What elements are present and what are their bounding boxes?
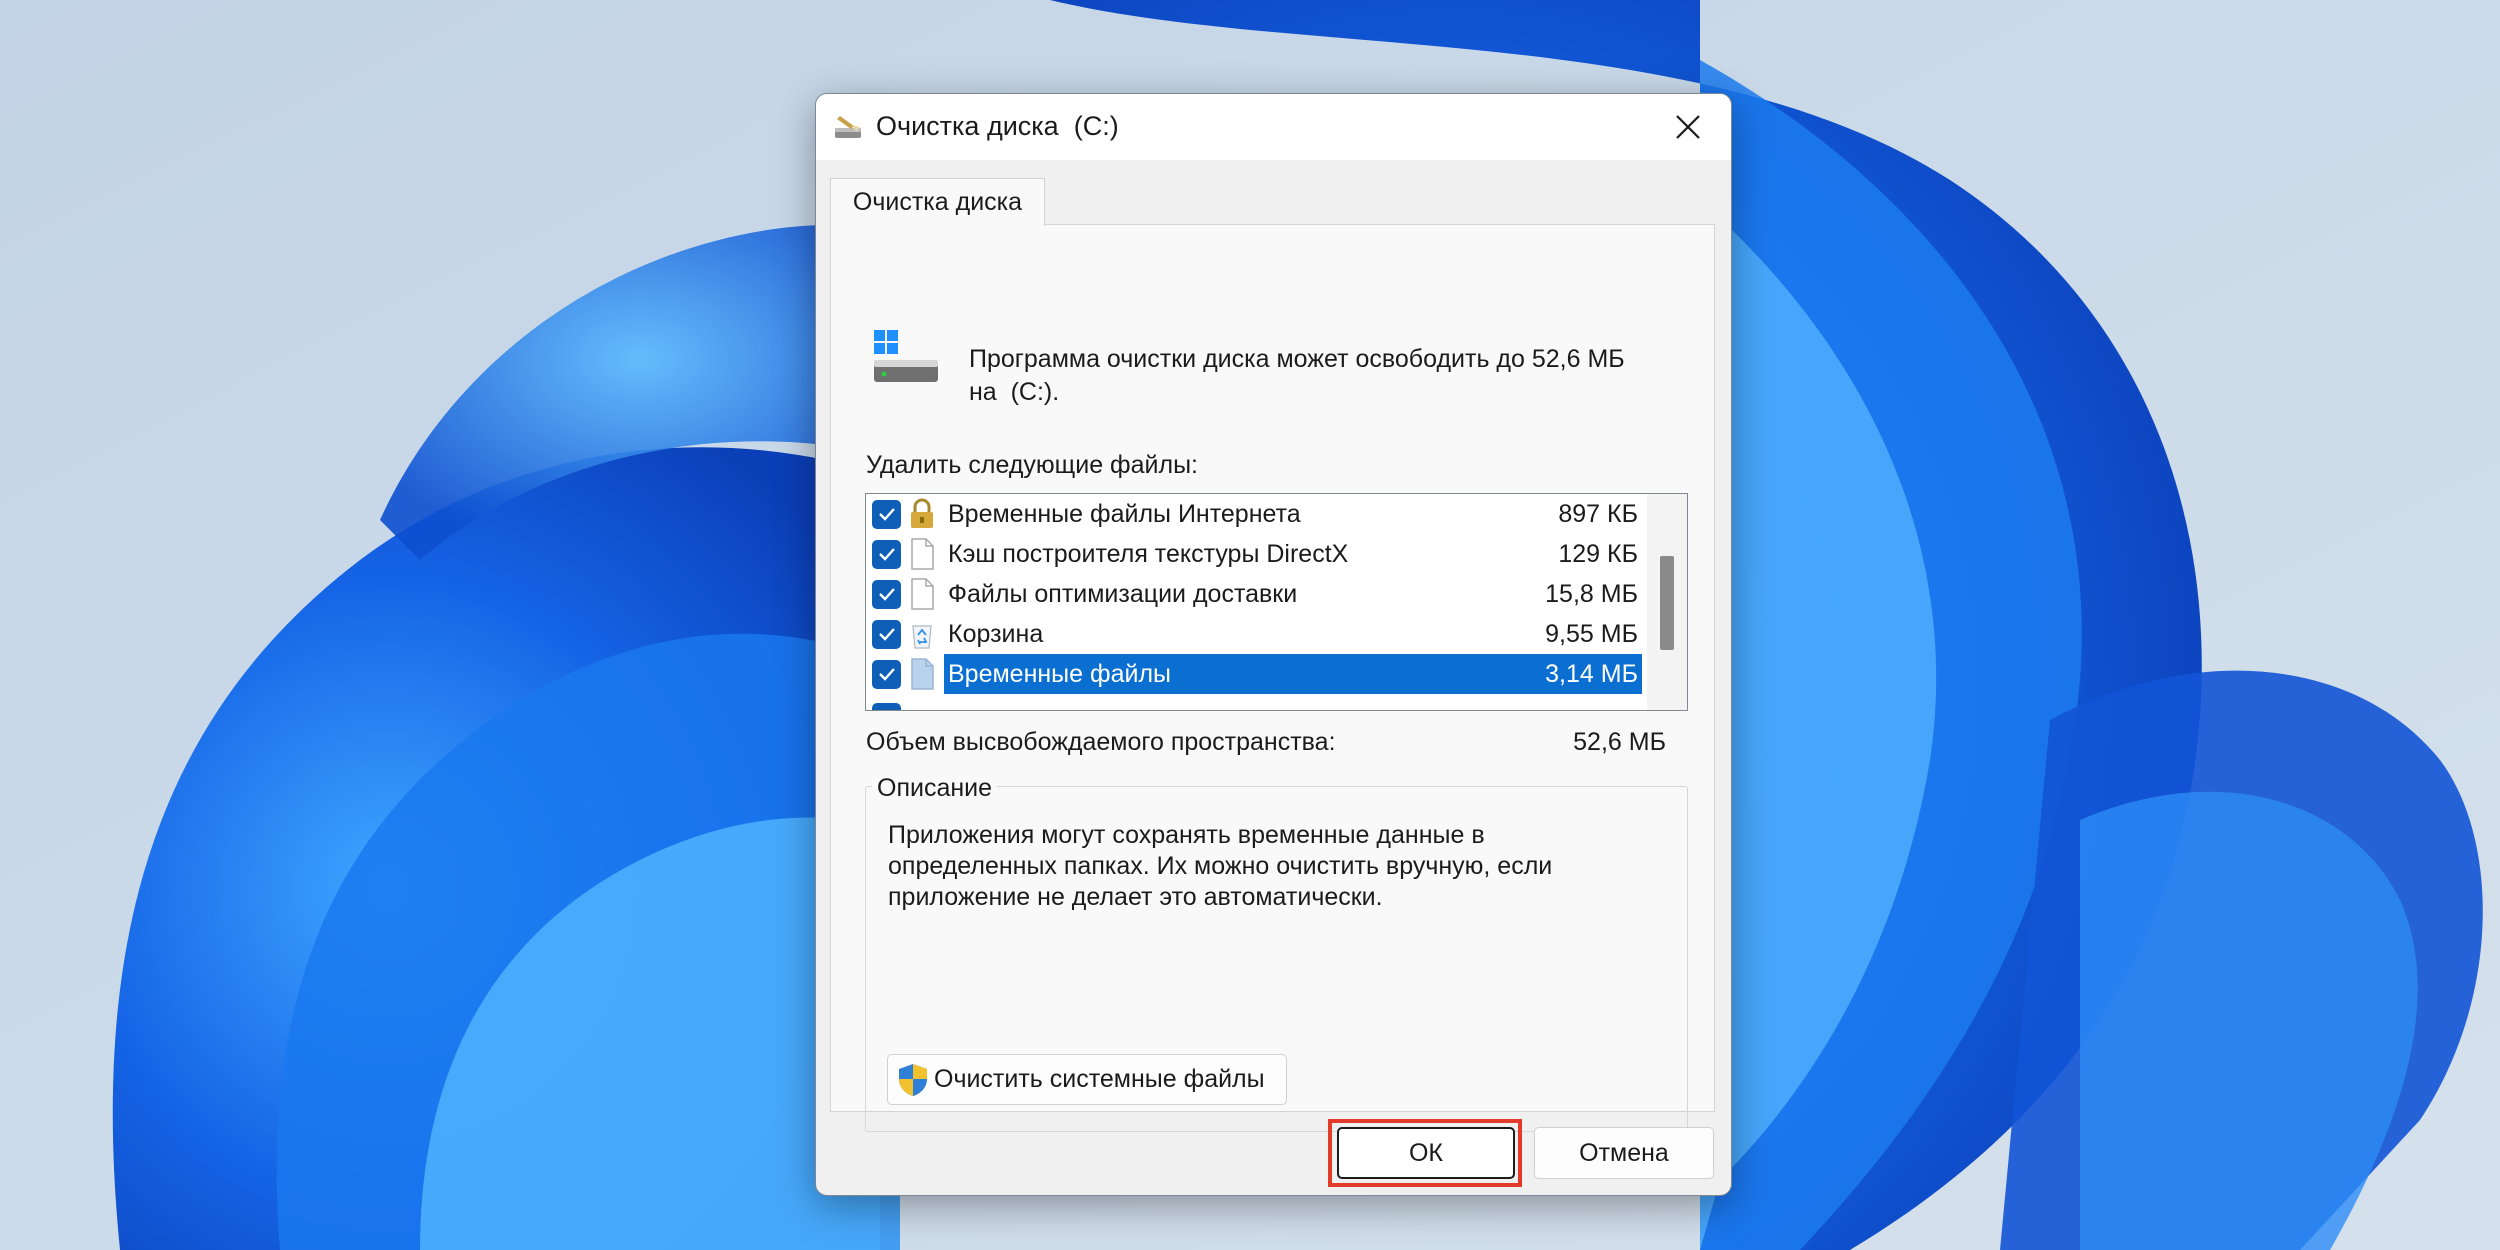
checkmark-icon xyxy=(878,588,895,601)
item-size: 897 КБ xyxy=(1558,499,1638,528)
description-legend: Описание xyxy=(872,774,998,803)
item-size: 9,55 МБ xyxy=(1545,619,1638,648)
space-value: 52,6 МБ xyxy=(1573,728,1666,756)
tab-disk-cleanup[interactable]: Очистка диска xyxy=(830,178,1045,226)
disk-cleanup-dialog: Очистка диска (C:) Очистка диска Програм… xyxy=(815,93,1732,1196)
item-name: Корзина xyxy=(948,619,1044,648)
checkbox[interactable] xyxy=(872,499,901,529)
drive-icon xyxy=(874,330,938,382)
intro-text: Программа очистки диска может освободить… xyxy=(969,343,1679,409)
list-scrollbar[interactable] xyxy=(1647,494,1687,710)
close-button[interactable] xyxy=(1664,104,1712,150)
recycle-bin-icon xyxy=(912,625,932,649)
checkmark-icon xyxy=(878,628,895,641)
window-title: Очистка диска (C:) xyxy=(876,111,1119,141)
item-name: Временные файлы xyxy=(948,659,1171,688)
checkbox[interactable] xyxy=(872,619,901,649)
item-name: Кэш построителя текстуры DirectX xyxy=(948,539,1349,568)
list-item[interactable]: Корзина 9,55 МБ xyxy=(866,614,1646,654)
description-line-1: Приложения могут сохранять временные дан… xyxy=(888,821,1485,849)
cleanup-system-files-button[interactable]: Очистить системные файлы xyxy=(887,1054,1287,1105)
file-list[interactable]: Временные файлы Интернета 897 КБ Кэш пос… xyxy=(865,493,1688,711)
description-line-3: приложение не делает это автоматически. xyxy=(888,883,1383,911)
ok-button[interactable]: ОК xyxy=(1337,1127,1515,1179)
item-size: 3,14 МБ xyxy=(1545,659,1638,688)
checkbox[interactable] xyxy=(872,659,901,689)
intro-line-2: на (C:). xyxy=(969,378,1060,406)
list-item[interactable]: Файлы оптимизации доставки 15,8 МБ xyxy=(866,574,1646,614)
title-bar[interactable]: Очистка диска (C:) xyxy=(816,94,1731,160)
list-item[interactable]: Кэш построителя текстуры DirectX 129 КБ xyxy=(866,534,1646,574)
item-size: 15,8 МБ xyxy=(1545,579,1638,608)
intro-line-1: Программа очистки диска может освободить… xyxy=(969,345,1625,373)
description-line-2: определенных папках. Их можно очистить в… xyxy=(888,852,1553,880)
checkmark-icon xyxy=(878,668,895,681)
list-item[interactable]: Временные файлы Интернета 897 КБ xyxy=(866,494,1646,534)
file-icon xyxy=(911,538,934,570)
uac-shield-icon xyxy=(899,1063,927,1096)
description-text: Приложения могут сохранять временные дан… xyxy=(888,820,1648,913)
item-name: Временные файлы Интернета xyxy=(948,499,1301,528)
cleanup-system-files-label: Очистить системные файлы xyxy=(934,1065,1265,1093)
space-label: Объем высвобождаемого пространства: xyxy=(866,728,1336,756)
checkmark-icon xyxy=(878,508,895,521)
scrollbar-thumb[interactable] xyxy=(1660,556,1674,650)
disk-cleanup-icon xyxy=(835,116,861,138)
checkmark-icon xyxy=(878,548,895,561)
close-icon xyxy=(1676,115,1700,139)
files-to-delete-label: Удалить следующие файлы: xyxy=(866,451,1198,479)
checkbox[interactable] xyxy=(872,579,901,609)
lock-icon xyxy=(911,498,933,528)
item-name: Файлы оптимизации доставки xyxy=(948,579,1298,608)
checkbox[interactable] xyxy=(872,539,901,569)
checkbox[interactable] xyxy=(872,702,901,710)
item-size: 129 КБ xyxy=(1558,539,1638,568)
list-item-partial[interactable] xyxy=(866,697,1646,710)
list-item-selected[interactable]: Временные файлы 3,14 МБ xyxy=(866,654,1646,694)
file-icon xyxy=(911,578,934,610)
cancel-button[interactable]: Отмена xyxy=(1534,1127,1714,1179)
file-icon xyxy=(911,658,934,690)
